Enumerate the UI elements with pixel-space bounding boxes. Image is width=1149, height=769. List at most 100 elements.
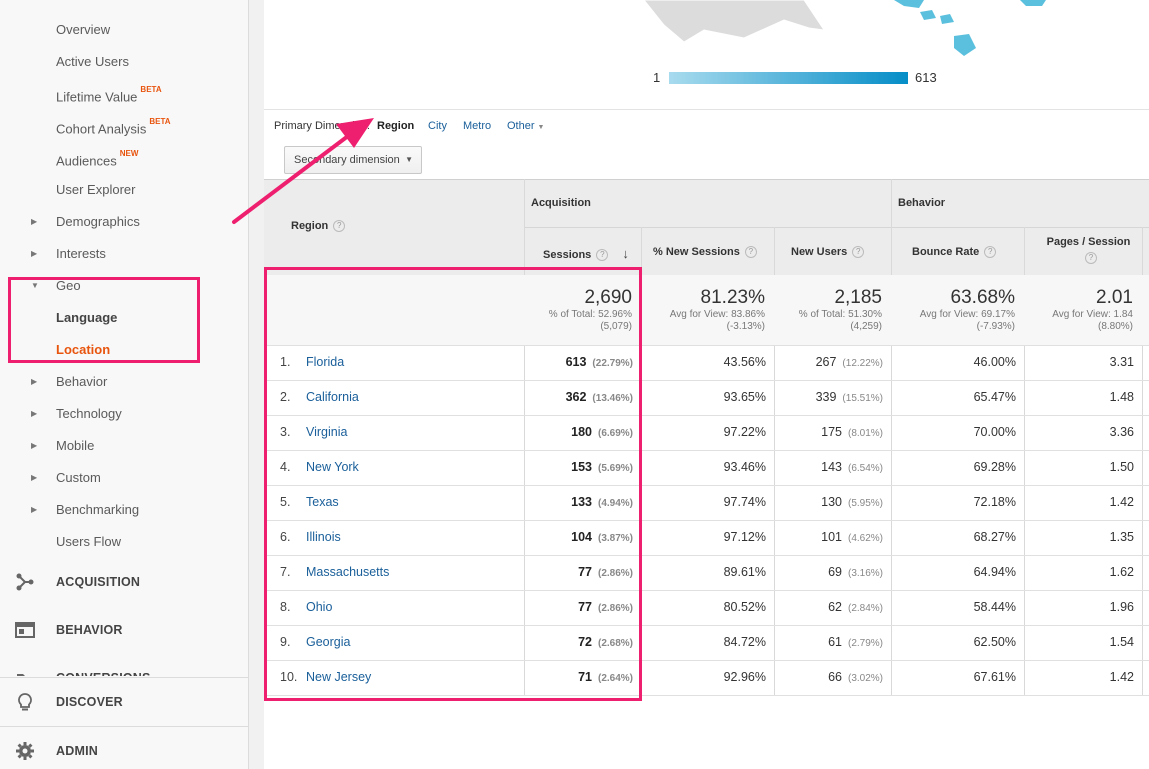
new-sessions-cell: 89.61%: [723, 565, 766, 579]
bounce-rate-cell: 67.61%: [973, 670, 1016, 684]
bounce-rate-cell: 58.44%: [973, 600, 1016, 614]
new-sessions-cell: 93.65%: [723, 390, 766, 404]
new-users-value: 130: [821, 495, 842, 509]
dimension-city[interactable]: City: [428, 111, 447, 142]
sidebar-item-cohort-analysis[interactable]: Cohort Analysis BETA: [0, 110, 248, 142]
new-users-cell: 175 (8.01%): [775, 415, 883, 451]
new-badge: NEW: [119, 149, 139, 158]
conversions-icon: [17, 674, 33, 676]
new-sessions-cell: 84.72%: [723, 635, 766, 649]
help-icon[interactable]: ?: [984, 246, 997, 259]
sidebar-item-mobile[interactable]: ▶ Mobile: [0, 430, 248, 462]
help-icon[interactable]: ?: [596, 249, 609, 262]
new-users-cell: 61 (2.79%): [775, 625, 883, 661]
pages-session-cell: 1.62: [1109, 565, 1134, 579]
sidebar-item-label: Cohort Analysis: [56, 121, 147, 137]
geo-highlight-box: [8, 277, 200, 363]
new-users-pct: (2.79%): [847, 638, 883, 649]
sidebar-item-demographics[interactable]: ▶ Demographics: [0, 206, 248, 238]
total-sub: Avg for View: 1.84: [1052, 309, 1133, 320]
caret-right-icon: ▶: [31, 441, 38, 450]
help-icon[interactable]: ?: [744, 246, 757, 259]
pages-session-cell: 3.31: [1109, 355, 1134, 369]
sidebar-item-active-users[interactable]: Active Users: [0, 46, 248, 78]
acquisition-icon: [16, 573, 34, 591]
sidebar-item-label: Demographics: [56, 214, 140, 229]
new-sessions-cell: 93.46%: [723, 460, 766, 474]
bounce-rate-cell: 65.47%: [973, 390, 1016, 404]
new-users-pct: (15.51%): [842, 393, 883, 404]
total-value: 81.23%: [700, 287, 765, 308]
new-users-value: 61: [828, 635, 842, 649]
sidebar-section-admin[interactable]: ADMIN: [0, 727, 248, 769]
sidebar-section-acquisition[interactable]: ACQUISITION: [0, 558, 248, 606]
total-sub: % of Total: 51.30%: [798, 309, 882, 320]
header-new-sessions-label: % New Sessions: [653, 246, 740, 258]
header-new-sessions[interactable]: % New Sessions?: [653, 246, 757, 259]
pages-session-cell: 3.36: [1109, 425, 1134, 439]
new-users-pct: (4.62%): [847, 533, 883, 544]
new-users-value: 66: [828, 670, 842, 684]
sidebar-item-users-flow[interactable]: Users Flow: [0, 526, 248, 558]
sidebar-item-label: Technology: [56, 406, 122, 421]
sidebar-item-user-explorer[interactable]: User Explorer: [0, 174, 248, 206]
behavior-icon: [15, 622, 35, 638]
header-sessions-label: Sessions: [543, 249, 592, 261]
new-sessions-cell: 97.22%: [723, 425, 766, 439]
dimension-region[interactable]: Region: [377, 111, 414, 142]
sidebar-item-behavior[interactable]: ▶ Behavior: [0, 366, 248, 398]
caret-right-icon: ▶: [31, 377, 38, 386]
header-pages-session[interactable]: Pages / Session?: [1041, 236, 1136, 264]
total-sub: (-7.93%): [976, 321, 1015, 332]
pages-session-cell: 1.35: [1109, 530, 1134, 544]
sidebar-section-label: ACQUISITION: [56, 575, 141, 589]
sidebar-item-audiences[interactable]: Audiences NEW: [0, 142, 248, 174]
dimension-metro[interactable]: Metro: [463, 111, 491, 142]
sidebar-item-lifetime-value[interactable]: Lifetime Value BETA: [0, 78, 248, 110]
chevron-down-icon: ▼: [405, 155, 413, 164]
header-new-users[interactable]: New Users?: [791, 246, 865, 259]
bounce-rate-cell: 68.27%: [973, 530, 1016, 544]
sidebar-item-custom[interactable]: ▶ Custom: [0, 462, 248, 494]
pages-session-cell: 1.42: [1109, 670, 1134, 684]
geo-map[interactable]: 1 613: [264, 0, 1149, 110]
total-sub: Avg for View: 83.86%: [669, 309, 765, 320]
dimension-other[interactable]: Other ▼: [507, 111, 544, 143]
beta-badge: BETA: [140, 85, 162, 94]
map-legend-max: 613: [915, 70, 937, 85]
map-legend-gradient: [669, 72, 908, 84]
map-legend-min: 1: [653, 70, 661, 85]
sidebar-item-technology[interactable]: ▶ Technology: [0, 398, 248, 430]
header-bounce-rate[interactable]: Bounce Rate?: [912, 246, 997, 259]
bounce-rate-cell: 62.50%: [973, 635, 1016, 649]
sidebar-item-interests[interactable]: ▶ Interests: [0, 238, 248, 270]
chevron-down-icon: ▼: [537, 124, 545, 131]
header-sessions[interactable]: Sessions? ↓: [543, 246, 629, 262]
sidebar-section-label: DISCOVER: [56, 695, 123, 709]
total-bounce-rate: 63.68% Avg for View: 69.17% (-7.93%): [892, 275, 1015, 345]
bounce-rate-cell: 46.00%: [973, 355, 1016, 369]
sidebar-item-label: Overview: [56, 22, 111, 37]
caret-right-icon: ▶: [31, 473, 38, 482]
sidebar-item-label: Interests: [56, 246, 106, 261]
sidebar-section-conversions[interactable]: CONVERSIONS: [0, 654, 248, 676]
sidebar-item-label: Custom: [56, 470, 101, 485]
sidebar-item-label: Lifetime Value: [56, 89, 138, 105]
new-users-cell: 69 (3.16%): [775, 555, 883, 591]
sidebar-item-overview[interactable]: Overview: [0, 14, 248, 46]
help-icon[interactable]: ?: [1085, 252, 1097, 264]
new-users-value: 143: [821, 460, 842, 474]
sort-down-arrow-icon: ↓: [622, 246, 629, 261]
total-value: 63.68%: [950, 287, 1015, 308]
header-pages-session-label: Pages / Session: [1046, 236, 1131, 248]
beta-badge: BETA: [149, 117, 171, 126]
total-new-sessions: 81.23% Avg for View: 83.86% (-3.13%): [642, 275, 765, 345]
sidebar-section-discover[interactable]: DISCOVER: [0, 678, 248, 726]
sidebar-section-behavior[interactable]: BEHAVIOR: [0, 606, 248, 654]
help-icon[interactable]: ?: [852, 246, 865, 259]
sidebar-section-label: ADMIN: [56, 744, 98, 758]
sidebar-item-benchmarking[interactable]: ▶ Benchmarking: [0, 494, 248, 526]
new-users-pct: (2.84%): [847, 603, 883, 614]
new-users-cell: 130 (5.95%): [775, 485, 883, 521]
bounce-rate-cell: 70.00%: [973, 425, 1016, 439]
